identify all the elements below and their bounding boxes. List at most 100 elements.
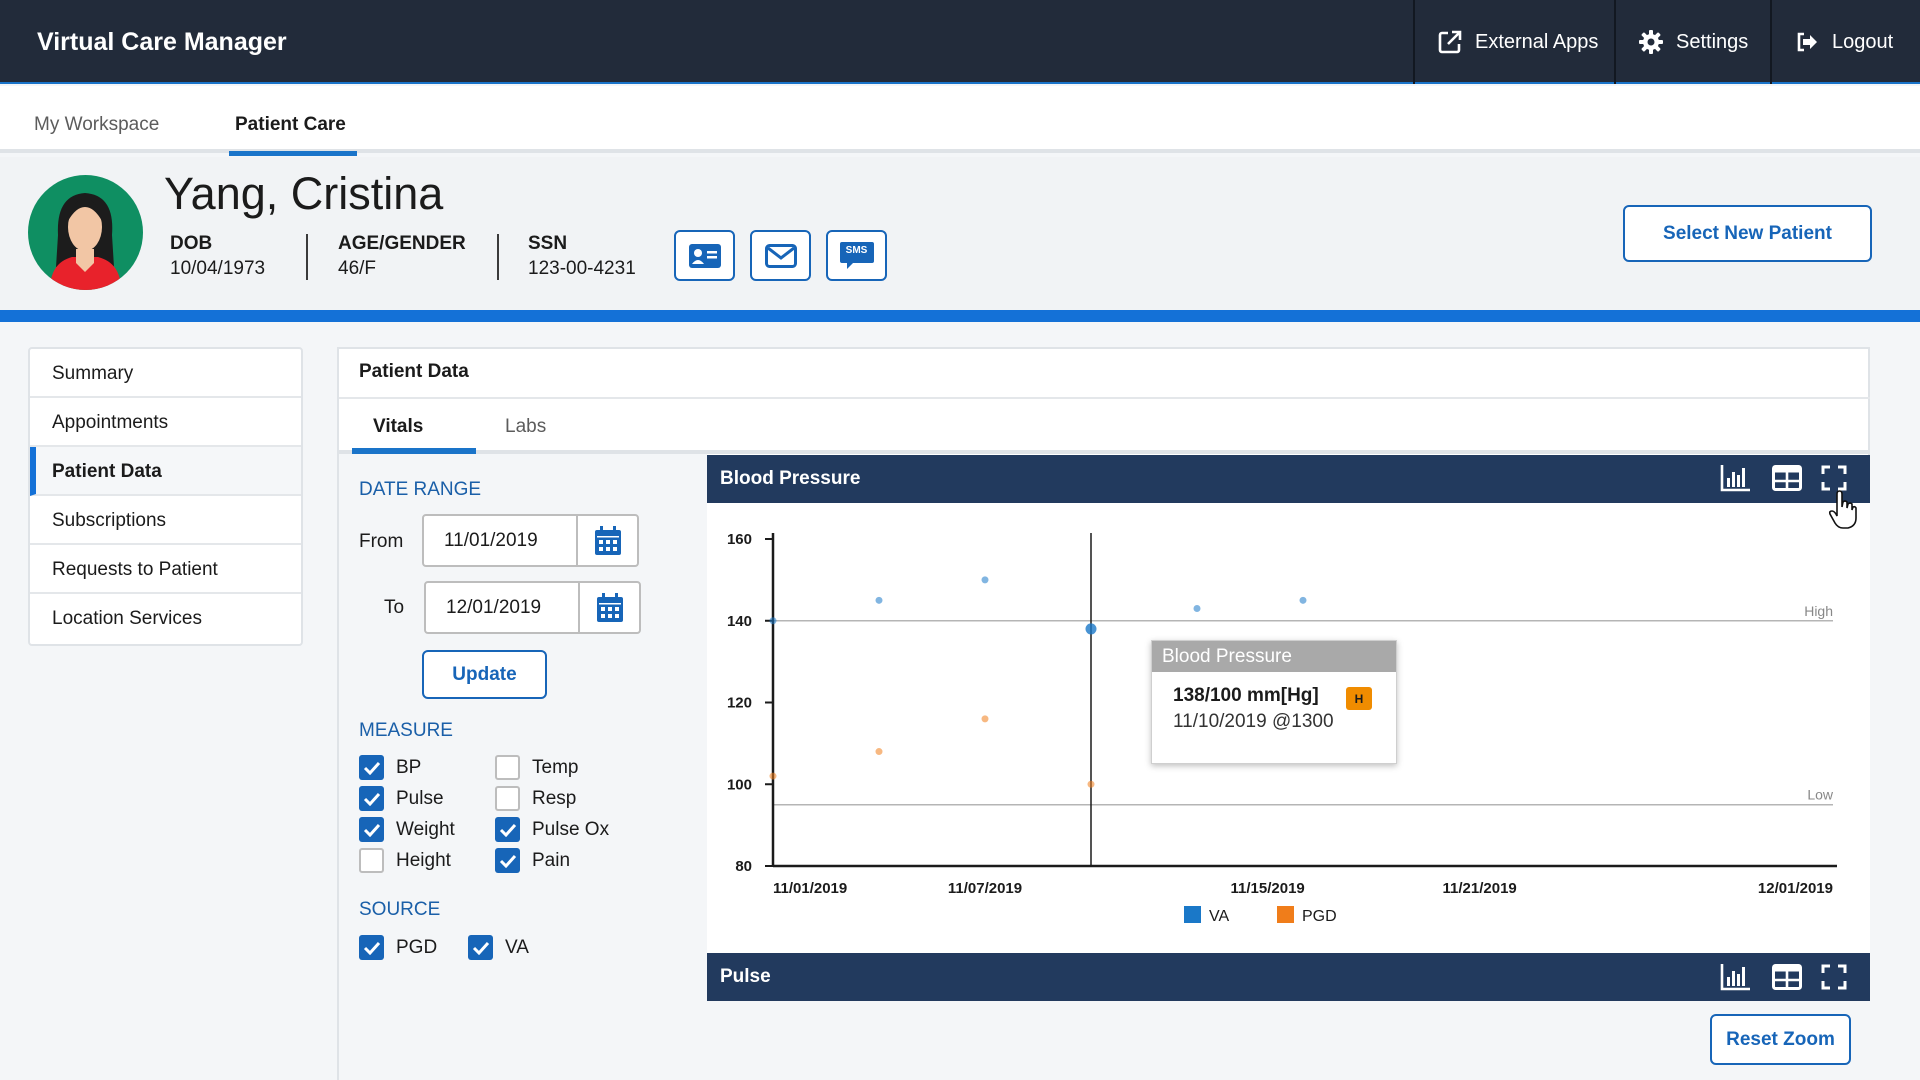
mouse-cursor: [1828, 490, 1858, 535]
from-date-value: 11/01/2019: [424, 516, 578, 565]
checkbox-checked-icon[interactable]: [359, 817, 384, 842]
update-button[interactable]: Update: [422, 650, 547, 699]
checkbox-checked-icon[interactable]: [359, 786, 384, 811]
sms-button[interactable]: SMS: [826, 230, 887, 281]
sidebar-item-summary[interactable]: Summary: [30, 349, 301, 398]
sidebar-item-patient-data[interactable]: Patient Data: [30, 447, 301, 496]
checkbox-unchecked-icon[interactable]: [495, 755, 520, 780]
measure-checkbox-pain[interactable]: Pain: [495, 848, 570, 873]
checkbox-checked-icon[interactable]: [468, 935, 493, 960]
tooltip-time: 11/10/2019 @1300: [1173, 711, 1334, 732]
checkbox-checked-icon[interactable]: [359, 935, 384, 960]
to-calendar-button[interactable]: [580, 592, 639, 623]
date-range-title: DATE RANGE: [359, 479, 482, 500]
fullscreen-icon: [1821, 465, 1847, 491]
logout-button[interactable]: Logout: [1770, 0, 1919, 84]
measure-checkbox-bp[interactable]: BP: [359, 755, 421, 780]
measure-label: BP: [396, 756, 422, 778]
data-point-pgd: [1087, 780, 1095, 788]
data-point-pgd: [769, 772, 777, 780]
y-tick-label: 100: [727, 776, 752, 793]
bp-table-view-button[interactable]: [1772, 465, 1802, 496]
tab-vitals[interactable]: Vitals: [373, 416, 423, 438]
measure-checkbox-weight[interactable]: Weight: [359, 817, 455, 842]
x-tick-label: 12/01/2019: [1758, 880, 1833, 897]
gear-icon: [1639, 30, 1663, 54]
checkbox-unchecked-icon[interactable]: [359, 848, 384, 873]
hand-cursor-icon: [1828, 490, 1857, 529]
x-tick-label: 11/01/2019: [773, 880, 847, 897]
legend-label-pgd: PGD: [1302, 908, 1337, 925]
reset-zoom-button[interactable]: Reset Zoom: [1710, 1014, 1851, 1065]
data-point-va: [1085, 623, 1097, 635]
x-tick-label: 11/07/2019: [948, 880, 1022, 897]
tooltip-value: 138/100 mm[Hg]: [1173, 685, 1319, 706]
pulse-chart-view-button[interactable]: [1720, 962, 1752, 997]
measure-checkbox-resp[interactable]: Resp: [495, 786, 576, 811]
patient-avatar-icon: [28, 175, 143, 290]
measure-label: Pulse: [396, 787, 444, 809]
patient-name: Yang, Cristina: [164, 168, 444, 219]
source-label: PGD: [396, 936, 438, 958]
left-sidebar: Summary Appointments Patient Data Subscr…: [28, 347, 303, 646]
email-button[interactable]: [750, 230, 811, 281]
x-tick-label: 11/21/2019: [1443, 880, 1517, 897]
bp-tooltip: Blood Pressure 138/100 mm[Hg] H 11/10/20…: [1151, 640, 1397, 764]
avatar: [28, 175, 143, 295]
sms-bubble-icon: SMS: [839, 241, 875, 271]
settings-button[interactable]: Settings: [1614, 0, 1774, 84]
source-checkbox-pgd[interactable]: PGD: [359, 935, 437, 960]
data-point-va: [875, 596, 883, 604]
measure-checkbox-height[interactable]: Height: [359, 848, 451, 873]
source-checkbox-va[interactable]: VA: [468, 935, 529, 960]
reference-label: Low: [1807, 787, 1834, 803]
checkbox-checked-icon[interactable]: [495, 848, 520, 873]
external-apps-button[interactable]: External Apps: [1413, 0, 1624, 84]
measure-label: Pain: [532, 849, 571, 871]
select-new-patient-button[interactable]: Select New Patient: [1623, 205, 1872, 262]
checkbox-checked-icon[interactable]: [359, 755, 384, 780]
dob-label: DOB: [170, 233, 213, 254]
data-point-va: [1299, 596, 1307, 604]
data-point-va: [981, 576, 989, 584]
fullscreen-icon: [1821, 964, 1847, 990]
ssn-label: SSN: [528, 233, 568, 254]
pulse-table-view-button[interactable]: [1772, 964, 1802, 995]
y-tick-label: 80: [735, 858, 752, 875]
external-link-icon: [1438, 30, 1462, 54]
sidebar-item-appointments[interactable]: Appointments: [30, 398, 301, 447]
measure-checkbox-pulse-ox[interactable]: Pulse Ox: [495, 817, 609, 842]
bp-panel-header: Blood Pressure: [707, 455, 1870, 503]
ssn-value: 123-00-4231: [528, 258, 636, 279]
from-date-input[interactable]: 11/01/2019: [422, 514, 639, 567]
y-tick-label: 120: [727, 695, 752, 712]
checkbox-unchecked-icon[interactable]: [495, 786, 520, 811]
legend-label-va: VA: [1209, 908, 1229, 925]
pulse-panel-header: Pulse: [707, 953, 1870, 1001]
id-card-icon: [688, 243, 721, 268]
nav-tab-my-workspace[interactable]: My Workspace: [34, 114, 159, 136]
nav-active-indicator: [229, 151, 357, 156]
app-title: Virtual Care Manager: [37, 28, 287, 56]
sidebar-item-location-services[interactable]: Location Services: [30, 594, 301, 643]
nav-tab-patient-care[interactable]: Patient Care: [235, 114, 346, 136]
checkbox-checked-icon[interactable]: [495, 817, 520, 842]
bar-chart-icon: [1720, 964, 1750, 991]
from-calendar-button[interactable]: [578, 525, 637, 556]
bp-chart-view-button[interactable]: [1720, 463, 1752, 498]
bp-panel-title: Blood Pressure: [720, 468, 861, 489]
measure-checkbox-temp[interactable]: Temp: [495, 755, 578, 780]
settings-label: Settings: [1676, 30, 1749, 53]
envelope-icon: [764, 243, 797, 268]
pulse-fullscreen-button[interactable]: [1821, 964, 1847, 995]
sidebar-item-requests[interactable]: Requests to Patient: [30, 545, 301, 594]
sidebar-item-subscriptions[interactable]: Subscriptions: [30, 496, 301, 545]
contact-card-button[interactable]: [674, 230, 735, 281]
tab-labs[interactable]: Labs: [505, 416, 546, 438]
data-point-va: [769, 617, 777, 625]
pulse-chart-area: [707, 1001, 1870, 1080]
data-point-pgd: [981, 715, 989, 723]
logout-label: Logout: [1832, 30, 1894, 53]
measure-checkbox-pulse[interactable]: Pulse: [359, 786, 444, 811]
to-date-input[interactable]: 12/01/2019: [424, 581, 641, 634]
